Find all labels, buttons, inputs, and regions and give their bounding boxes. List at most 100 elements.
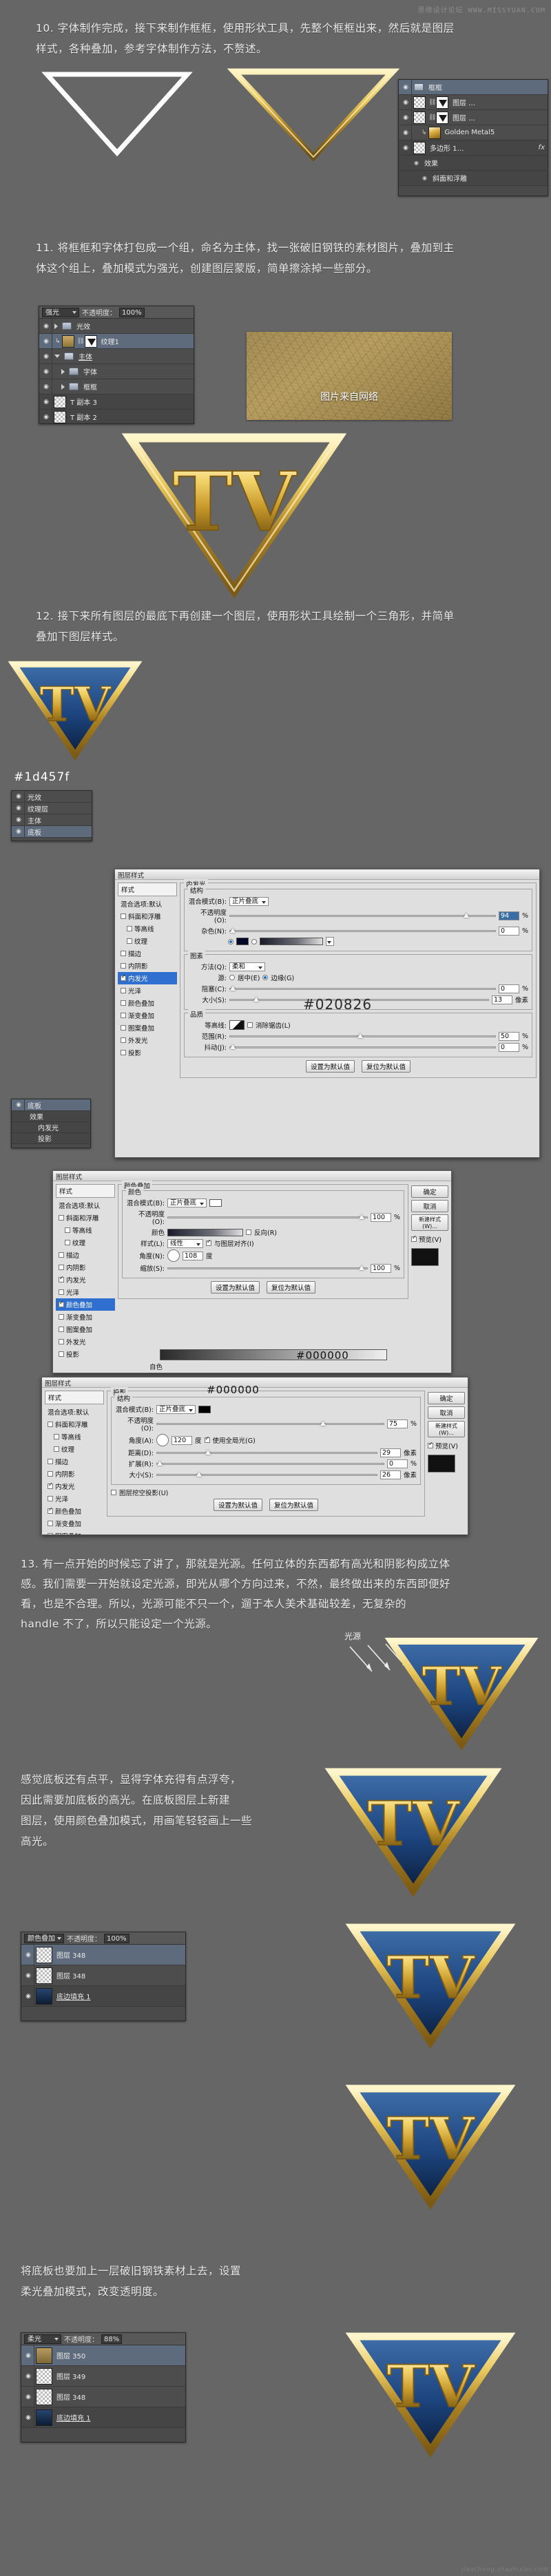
style-item[interactable]: 图案叠加	[45, 1530, 104, 1534]
checkbox-align[interactable]	[206, 1238, 211, 1246]
checkbox[interactable]	[121, 1050, 126, 1055]
style-item[interactable]: 内阴影	[118, 960, 177, 972]
eye-icon[interactable]: ◉	[414, 160, 419, 166]
eye-icon[interactable]: ◉	[13, 828, 24, 835]
layer-row[interactable]: ◉ 图层 348	[21, 1965, 185, 1986]
shadow-color-swatch[interactable]	[198, 1405, 211, 1413]
eye-icon[interactable]: ◉	[400, 129, 411, 136]
checkbox[interactable]	[59, 1275, 64, 1282]
new-style-button[interactable]: 新建样式(W)...	[411, 1214, 448, 1231]
style-item[interactable]: 等高线	[56, 1224, 115, 1236]
layer-style-dialog-drop-shadow[interactable]: 图层样式 样式 混合选项:默认 斜面和浮雕 等高线 纹理 描边 内阴影 内发光 …	[41, 1377, 468, 1535]
style-item[interactable]: 描边	[118, 947, 177, 960]
layer-row[interactable]: ◉ ⛓ 图层 …	[399, 95, 548, 110]
method-select[interactable]: 柔和	[229, 962, 265, 971]
style-item[interactable]: 斜面和浮雕	[56, 1212, 115, 1224]
ok-button[interactable]: 确定	[411, 1185, 448, 1198]
checkbox[interactable]	[54, 1446, 59, 1452]
checkbox[interactable]	[59, 1289, 64, 1295]
radio-gradient[interactable]	[251, 938, 257, 944]
blend-mode-bar[interactable]: 柔光 不透明度： 88%	[21, 2333, 185, 2345]
checkbox-preview[interactable]	[428, 1441, 433, 1448]
range-slider[interactable]	[229, 1033, 496, 1038]
opacity-value[interactable]: 100%	[119, 307, 145, 317]
opacity-input[interactable]: 100	[370, 1213, 391, 1222]
gradient-preview[interactable]	[260, 938, 323, 945]
distance-slider[interactable]	[156, 1449, 377, 1455]
cancel-button[interactable]: 取消	[428, 1406, 465, 1419]
checkbox[interactable]	[121, 1013, 126, 1018]
layer-row[interactable]: ◉ ⛓ 图层 …	[399, 110, 548, 125]
checkbox[interactable]	[48, 1521, 53, 1526]
set-default-button[interactable]: 设置为默认值	[210, 1281, 260, 1294]
noise-input[interactable]: 0	[498, 926, 519, 936]
layer-row[interactable]: ◉ 主体	[39, 349, 194, 364]
layer-row[interactable]: ◉ 图层 349	[21, 2366, 185, 2387]
style-item[interactable]: 渐变叠加	[118, 1009, 177, 1022]
eye-icon[interactable]: ◉	[400, 99, 411, 106]
layer-row[interactable]: ◉ 纹理层	[12, 803, 92, 814]
style-item[interactable]: 图案叠加	[56, 1323, 115, 1335]
layer-row[interactable]: ◉ 图层 350	[21, 2345, 185, 2366]
choke-slider[interactable]	[229, 985, 496, 991]
style-item[interactable]: 颜色叠加	[118, 997, 177, 1009]
checkbox[interactable]	[48, 1506, 53, 1514]
dialog-buttons[interactable]: 确定 取消 新建样式(W)... 预览(V)	[428, 1391, 465, 1534]
style-item[interactable]: 内发光	[56, 1274, 115, 1286]
eye-icon[interactable]: ◉	[41, 383, 52, 390]
layer-row[interactable]: ◉ 底板	[12, 1099, 90, 1111]
gradient-strip[interactable]	[160, 1349, 387, 1360]
eye-icon[interactable]: ◉	[23, 2352, 34, 2359]
style-item[interactable]: 颜色叠加	[45, 1505, 104, 1517]
checkbox[interactable]	[54, 1434, 59, 1439]
checkbox[interactable]	[59, 1215, 64, 1221]
layer-row[interactable]: ◉ 多边形 1… fx	[399, 140, 548, 156]
size-slider[interactable]	[156, 1471, 377, 1477]
radio-solid-color[interactable]	[228, 938, 233, 944]
checkbox[interactable]	[59, 1351, 64, 1357]
style-item[interactable]: 等高线	[118, 922, 177, 935]
opacity-slider[interactable]	[167, 1214, 368, 1219]
distance-input[interactable]: 29	[380, 1448, 401, 1457]
checkbox[interactable]	[48, 1496, 53, 1501]
effects-row[interactable]: 投影	[12, 1133, 90, 1144]
layers-panel-step11[interactable]: 强光 不透明度： 100% ◉ 光效 ◉ ↳ ⛓ 纹理1 ◉ 主体 ◉ 字体 ◉…	[39, 306, 194, 424]
eye-icon[interactable]: ◉	[23, 2373, 34, 2380]
layers-panel-step10[interactable]: ◉ 框框 ◉ ⛓ 图层 … ◉ ⛓ 图层 … ◉ ↳ Golden Metal5…	[398, 79, 548, 196]
angle-dial[interactable]	[167, 1249, 180, 1262]
checkbox[interactable]	[59, 1252, 64, 1258]
checkbox[interactable]	[48, 1422, 53, 1427]
layer-row[interactable]: ◉ 图层 348	[21, 2387, 185, 2407]
style-item[interactable]: 外发光	[56, 1335, 115, 1348]
opacity-slider[interactable]	[156, 1421, 384, 1426]
layer-row[interactable]: ◉ T 副本 3	[39, 394, 194, 410]
gradient-dropdown[interactable]	[326, 937, 334, 946]
eye-icon[interactable]: ◉	[400, 84, 411, 91]
new-style-button[interactable]: 新建样式(W)...	[428, 1421, 465, 1437]
checkbox[interactable]	[127, 926, 132, 931]
layer-row[interactable]: ◉ ↳ Golden Metal5	[399, 125, 548, 140]
eye-icon[interactable]: ◉	[13, 805, 24, 812]
style-item-inner-glow[interactable]: 内发光	[118, 972, 177, 984]
contour-preview[interactable]	[229, 1020, 245, 1030]
style-item-blending-options[interactable]: 混合选项:默认	[118, 898, 177, 910]
blend-mode-select[interactable]: 正片叠底	[167, 1198, 207, 1207]
blend-mode-select[interactable]: 柔光	[24, 2334, 61, 2344]
layer-row[interactable]: ◉ 底边填充 1	[21, 1986, 185, 2007]
checkbox[interactable]	[121, 1037, 126, 1043]
scale-input[interactable]: 100	[370, 1263, 391, 1273]
checkbox[interactable]	[127, 938, 132, 944]
layer-row[interactable]: ◉ 底板	[12, 826, 92, 838]
style-list[interactable]: 样式 混合选项:默认 斜面和浮雕 等高线 纹理 描边 内阴影 内发光 光泽 颜色…	[56, 1184, 115, 1360]
style-item[interactable]: 斜面和浮雕	[118, 910, 177, 922]
style-select[interactable]: 线性	[167, 1238, 203, 1248]
jitter-slider[interactable]	[229, 1044, 496, 1049]
layer-style-dialog-color-overlay[interactable]: 图层样式 样式 混合选项:默认 斜面和浮雕 等高线 纹理 描边 内阴影 内发光 …	[52, 1170, 452, 1373]
layers-panel-step14[interactable]: 柔光 不透明度： 88% ◉ 图层 350 ◉ 图层 349 ◉ 图层 348 …	[21, 2332, 186, 2442]
style-item[interactable]: 纹理	[45, 1443, 104, 1455]
layers-panel-step13[interactable]: 颜色叠加 不透明度： 100% ◉ 图层 348 ◉ 图层 348 ◉ 底边填充…	[21, 1932, 186, 2021]
opacity-value[interactable]: 100%	[104, 1933, 129, 1943]
style-item[interactable]: 光泽	[56, 1286, 115, 1298]
eye-icon[interactable]: ◉	[23, 2394, 34, 2400]
style-item-blending-options[interactable]: 混合选项:默认	[56, 1199, 115, 1212]
